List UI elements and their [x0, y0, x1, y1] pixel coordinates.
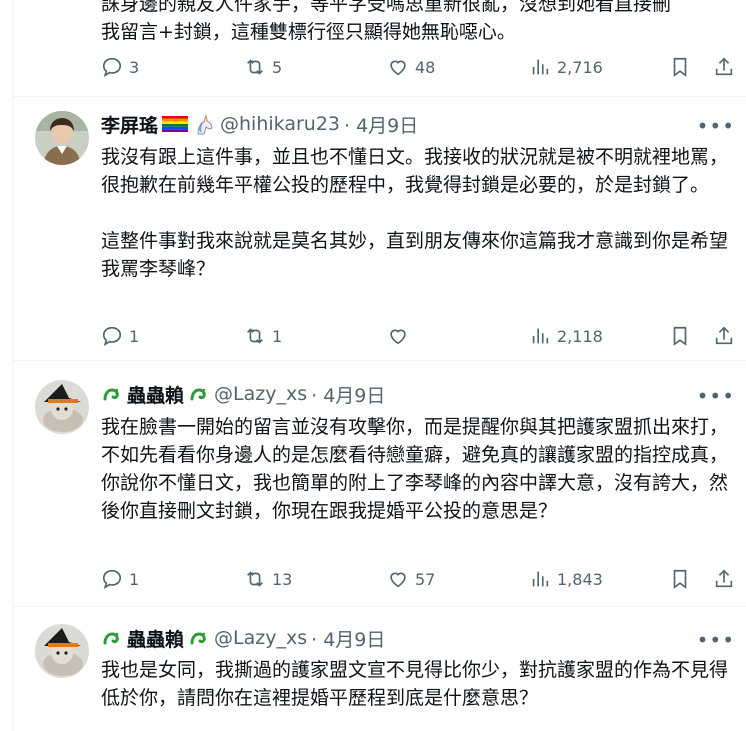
reply-icon: [102, 326, 122, 346]
share-button[interactable]: [713, 564, 735, 594]
action-bar: 1 13 57 1,843: [101, 564, 741, 594]
display-name-text: 蟲蟲賴: [127, 384, 185, 407]
retweet-count: 1: [272, 326, 283, 346]
like-count: 48: [415, 57, 436, 77]
like-button[interactable]: 57: [387, 564, 435, 594]
tweet-text: 我沒有跟上這件事，並且也不懂日文。我接收的狀況就是被不明就裡地罵，很抱歉在前幾年…: [101, 143, 741, 283]
reply-count: 3: [129, 57, 140, 77]
tweet-1[interactable]: 李屏瑤 @hihikaru23 · 4月9日 ••• 我沒有跟上這件事，並且也不…: [13, 97, 746, 360]
reply-icon: [102, 569, 122, 589]
retweet-button[interactable]: 13: [244, 564, 292, 594]
share-icon: [715, 569, 733, 588]
share-button[interactable]: [713, 52, 735, 82]
retweet-button[interactable]: 5: [244, 52, 282, 82]
tweet-text: 誅身邊的親友人件家手，等平字受嗎思重新很亂，沒想到她看直接刪 我留言+封鎖，這種…: [101, 0, 741, 46]
timeline: 誅身邊的親友人件家手，等平字受嗎思重新很亂，沒想到她看直接刪 我留言+封鎖，這種…: [12, 0, 746, 731]
view-count: 2,716: [557, 57, 603, 77]
views-icon: [532, 571, 549, 587]
bookmark-icon: [673, 569, 687, 589]
retweet-count: 5: [272, 57, 283, 77]
views-button[interactable]: 1,843: [529, 564, 603, 594]
tweet-header: 蟲蟲賴 @Lazy_xs · 4月9日: [101, 625, 385, 651]
retweet-count: 13: [272, 569, 293, 589]
tweet-text: 我也是女同，我撕過的護家盟文宣不見得比你少，對抗護家盟的作為不見得低於你，請問你…: [101, 656, 741, 712]
action-bar: 1 1 2,118: [101, 321, 741, 351]
bookmark-button[interactable]: [669, 564, 691, 594]
bookmark-icon: [673, 326, 687, 346]
rainbow-flag-icon: [162, 116, 189, 132]
display-name-text: 李屏瑤: [101, 114, 159, 137]
views-icon: [532, 328, 549, 344]
retweet-icon: [247, 571, 263, 587]
tweet-paragraph: 這整件事對我來說就是莫名其妙，直到朋友傳來你這篇我才意識到你是希望我罵李琴峰？: [101, 230, 729, 280]
more-options-icon[interactable]: •••: [697, 628, 735, 652]
reply-count: 1: [129, 569, 140, 589]
tweet-3[interactable]: 蟲蟲賴 @Lazy_xs · 4月9日 ••• 我也是女同，我撕過的護家盟文宣不…: [13, 607, 746, 731]
retweet-icon: [247, 328, 263, 344]
more-options-icon[interactable]: •••: [697, 114, 735, 138]
tweet-header: 李屏瑤 @hihikaru23 · 4月9日: [101, 111, 418, 137]
like-count: 57: [415, 569, 436, 589]
view-count: 1,843: [557, 569, 603, 589]
tweet-text: 我在臉書一開始的留言並沒有攻擊你，而是提醒你與其把護家盟抓出來打，不如先看看你身…: [101, 413, 741, 525]
tweet-paragraph: 我在臉書一開始的留言並沒有攻擊你，而是提醒你與其把護家盟抓出來打，不如先看看你身…: [101, 416, 729, 522]
bookmark-button[interactable]: [669, 52, 691, 82]
unicorn-icon: [192, 112, 216, 136]
reply-icon: [102, 57, 122, 77]
like-button[interactable]: [387, 321, 415, 351]
user-handle[interactable]: @Lazy_xs: [214, 383, 307, 405]
views-icon: [532, 59, 549, 75]
tweet-date[interactable]: · 4月9日: [311, 625, 385, 652]
tweet-0[interactable]: 誅身邊的親友人件家手，等平字受嗎思重新很亂，沒想到她看直接刪 我留言+封鎖，這種…: [13, 0, 746, 95]
worm-icon: [101, 627, 123, 649]
tweet-paragraph: 我也是女同，我撕過的護家盟文宣不見得比你少，對抗護家盟的作為不見得低於你，請問你…: [101, 659, 729, 709]
tweet-date[interactable]: · 4月9日: [344, 111, 418, 138]
share-icon: [715, 326, 733, 345]
display-name-text: 蟲蟲賴: [127, 628, 185, 651]
worm-icon: [101, 383, 123, 405]
tweet-header: 蟲蟲賴 @Lazy_xs · 4月9日: [101, 381, 385, 407]
reply-count: 1: [129, 326, 140, 346]
reply-button[interactable]: 1: [101, 564, 139, 594]
bookmark-icon: [673, 57, 687, 77]
worm-icon: [188, 627, 210, 649]
reply-button[interactable]: 1: [101, 321, 139, 351]
views-button[interactable]: 2,118: [529, 321, 603, 351]
user-handle[interactable]: @hihikaru23: [220, 113, 340, 135]
retweet-icon: [247, 59, 263, 75]
retweet-button[interactable]: 1: [244, 321, 282, 351]
tweet-paragraph: 我沒有跟上這件事，並且也不懂日文。我接收的狀況就是被不明就裡地罵，很抱歉在前幾年…: [101, 146, 729, 196]
worm-icon: [188, 383, 210, 405]
display-name[interactable]: 蟲蟲賴: [101, 625, 210, 652]
avatar[interactable]: [35, 111, 89, 165]
text-line: 我留言+封鎖，這種雙標行徑只顯得她無恥噁心。: [101, 21, 516, 43]
views-button[interactable]: 2,716: [529, 52, 603, 82]
bookmark-button[interactable]: [669, 321, 691, 351]
heart-icon: [390, 60, 406, 76]
like-button[interactable]: 48: [387, 52, 435, 82]
share-button[interactable]: [713, 321, 735, 351]
tweet-date[interactable]: · 4月9日: [311, 381, 385, 408]
avatar[interactable]: [35, 624, 89, 678]
more-options-icon[interactable]: •••: [697, 384, 735, 408]
reply-button[interactable]: 3: [101, 52, 139, 82]
share-icon: [715, 57, 733, 76]
text-line: 誅身邊的親友人件家手，等平字受嗎思重新很亂，沒想到她看直接刪: [101, 0, 672, 15]
heart-icon: [390, 572, 406, 588]
heart-icon: [390, 329, 406, 345]
tweet-2[interactable]: 蟲蟲賴 @Lazy_xs · 4月9日 ••• 我在臉書一開始的留言並沒有攻擊你…: [13, 361, 746, 606]
action-bar: 3 5 48 2,716: [101, 52, 741, 82]
view-count: 2,118: [557, 326, 603, 346]
display-name[interactable]: 蟲蟲賴: [101, 381, 210, 408]
user-handle[interactable]: @Lazy_xs: [214, 627, 307, 649]
display-name[interactable]: 李屏瑤: [101, 111, 216, 138]
avatar[interactable]: [35, 380, 89, 434]
